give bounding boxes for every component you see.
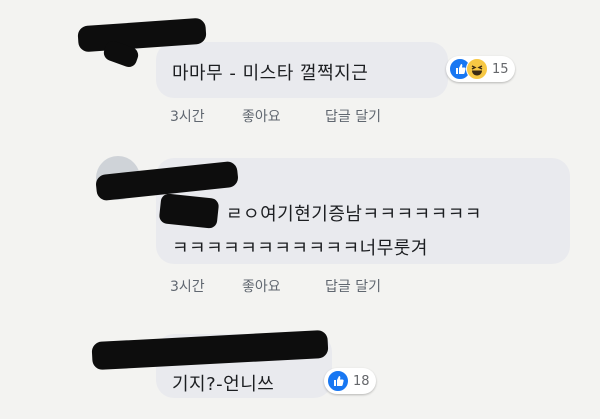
redacted-mark — [158, 193, 220, 229]
comment-text-line-1: ㄹㅇ여기현기증남ㅋㅋㅋㅋㅋㅋㅋ — [226, 204, 482, 225]
comment-timestamp[interactable]: 3시간 — [170, 106, 205, 126]
comment-actions: 3시간 좋아요 답글 달기 — [170, 276, 470, 296]
reaction-count: 18 — [353, 373, 370, 389]
comment-timestamp[interactable]: 3시간 — [170, 276, 205, 296]
comment-text: 마마무 - 미스타 껄쩍지근 — [172, 63, 369, 84]
like-link[interactable]: 좋아요 — [242, 106, 281, 126]
like-link[interactable]: 좋아요 — [242, 276, 281, 296]
reaction-summary[interactable]: 18 — [324, 368, 376, 394]
comment-text-line-2: ㅋㅋㅋㅋㅋㅋㅋㅋㅋㅋㅋ너무룻겨 — [172, 238, 428, 259]
reply-link[interactable]: 답글 달기 — [325, 276, 381, 296]
reaction-count: 15 — [492, 61, 509, 77]
like-icon — [327, 370, 349, 392]
comment-thread: { "comments": [ { "text": "마마무 - 미스타 껄쩍지… — [0, 0, 600, 419]
haha-icon — [466, 58, 488, 80]
reply-link[interactable]: 답글 달기 — [325, 106, 381, 126]
comment-text: 기지?-언니쓰 — [172, 374, 275, 395]
reaction-summary[interactable]: 15 — [446, 56, 515, 82]
comment-actions: 3시간 좋아요 답글 달기 — [170, 106, 470, 126]
